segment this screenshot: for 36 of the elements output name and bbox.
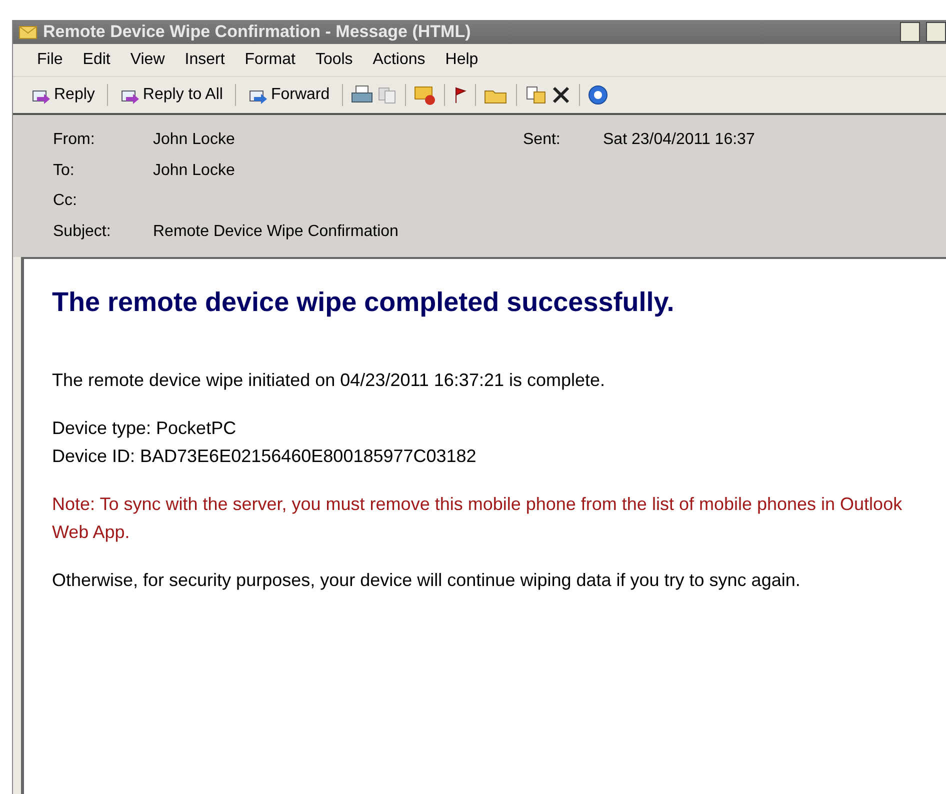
message-text: Device type: PocketPC bbox=[52, 417, 238, 440]
message-text: Note: To sync with the server, you must remove this mobile phone from the list of mobile phones in Outlook Web App. bbox=[52, 493, 904, 544]
menu-item[interactable]: Insert bbox=[174, 47, 235, 73]
menu-item[interactable]: Edit bbox=[72, 47, 120, 73]
minimize-button[interactable] bbox=[900, 22, 920, 42]
field-label: From: bbox=[53, 131, 96, 150]
message-text: Otherwise, for security purposes, your device will continue wiping data if you try to sync again. bbox=[52, 569, 802, 592]
field-value: Sat 23/04/2011 16:37 bbox=[603, 131, 756, 150]
field-label: Sent: bbox=[523, 131, 562, 150]
envelope-delete-icon[interactable] bbox=[414, 85, 436, 105]
message-text: The remote device wipe initiated on 04/23/2011 16:37:21 is complete. bbox=[52, 369, 606, 392]
message-heading: The remote device wipe completed successfully. bbox=[52, 287, 676, 318]
envelope-icon bbox=[19, 26, 37, 38]
menu-item[interactable]: Actions bbox=[362, 47, 436, 73]
toolbar-button[interactable]: Reply to All bbox=[116, 83, 227, 107]
menu-item[interactable]: Format bbox=[234, 47, 306, 73]
field-label: Subject: bbox=[53, 222, 112, 242]
window-title: Remote Device Wipe Confirmation - Message (HTML) bbox=[43, 22, 472, 42]
field-value: Remote Device Wipe Confirmation bbox=[153, 222, 400, 242]
field-value: John Locke bbox=[153, 162, 236, 180]
field-label: Cc: bbox=[53, 192, 78, 211]
toolbar-button[interactable]: Reply bbox=[27, 83, 99, 107]
menu-item[interactable]: View bbox=[120, 47, 175, 73]
toolbar-button[interactable]: Forward bbox=[244, 83, 334, 107]
flag-icon[interactable] bbox=[452, 85, 467, 105]
message-text: Device ID: BAD73E6E02156460E800185977C03182 bbox=[52, 445, 478, 468]
print-icon[interactable] bbox=[350, 85, 373, 105]
help-icon[interactable] bbox=[588, 85, 608, 105]
move-icon[interactable] bbox=[524, 85, 547, 105]
field-value: John Locke bbox=[153, 131, 236, 150]
field-label: To: bbox=[53, 162, 76, 180]
menu-item[interactable]: Tools bbox=[305, 47, 363, 73]
maximize-button[interactable] bbox=[926, 22, 946, 42]
delete-icon[interactable] bbox=[550, 85, 571, 105]
menu-item[interactable]: Help bbox=[435, 47, 488, 73]
menu-item[interactable]: File bbox=[27, 47, 73, 73]
